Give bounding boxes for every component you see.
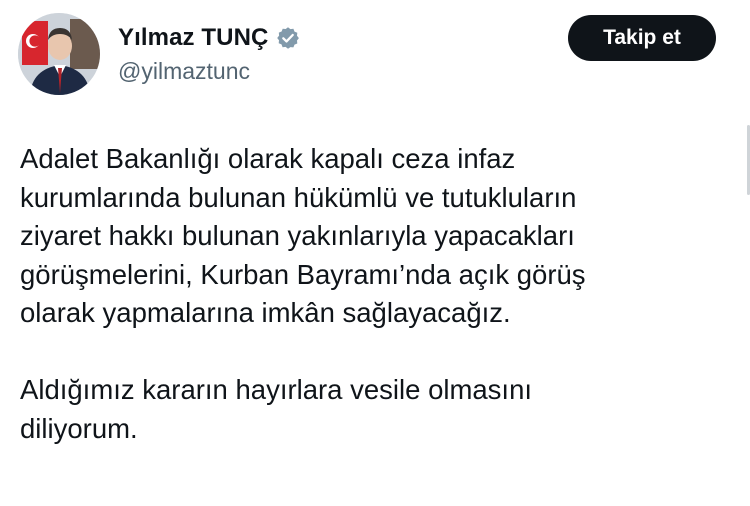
tweet-header: Yılmaz TUNÇ @yilmaztunc Takip et — [0, 0, 750, 110]
tweet-line: olarak yapmalarına imkân sağlayacağız. — [20, 297, 511, 328]
avatar[interactable] — [18, 13, 100, 95]
display-name[interactable]: Yılmaz TUNÇ — [118, 24, 268, 52]
tweet-line: diliyorum. — [20, 412, 138, 444]
tweet-line: Aldığımız kararın hayırlara vesile olmas… — [20, 374, 532, 405]
verified-badge-icon — [276, 26, 300, 50]
tweet-line: ziyaret hakkı bulunan yakınlarıyla yapac… — [20, 220, 575, 251]
tweet-paragraph-1: Adalet Bakanlığı olarak kapalı ceza infa… — [20, 140, 720, 333]
tweet-text: Adalet Bakanlığı olarak kapalı ceza infa… — [20, 140, 720, 448]
tweet-line: kurumlarında bulunan hükümlü ve tutuklul… — [20, 181, 577, 213]
profile-photo — [18, 13, 100, 95]
tweet-line: Adalet Bakanlığı olarak kapalı ceza infa… — [20, 143, 516, 174]
tweet-line: görüşmelerini, Kurban Bayramı’nda açık g… — [20, 258, 586, 290]
follow-button[interactable]: Takip et — [568, 15, 716, 61]
name-row: Yılmaz TUNÇ — [118, 22, 300, 54]
user-handle[interactable]: @yilmaztunc — [118, 58, 250, 85]
tweet-paragraph-2: Aldığımız kararın hayırlara vesile olmas… — [20, 371, 720, 448]
